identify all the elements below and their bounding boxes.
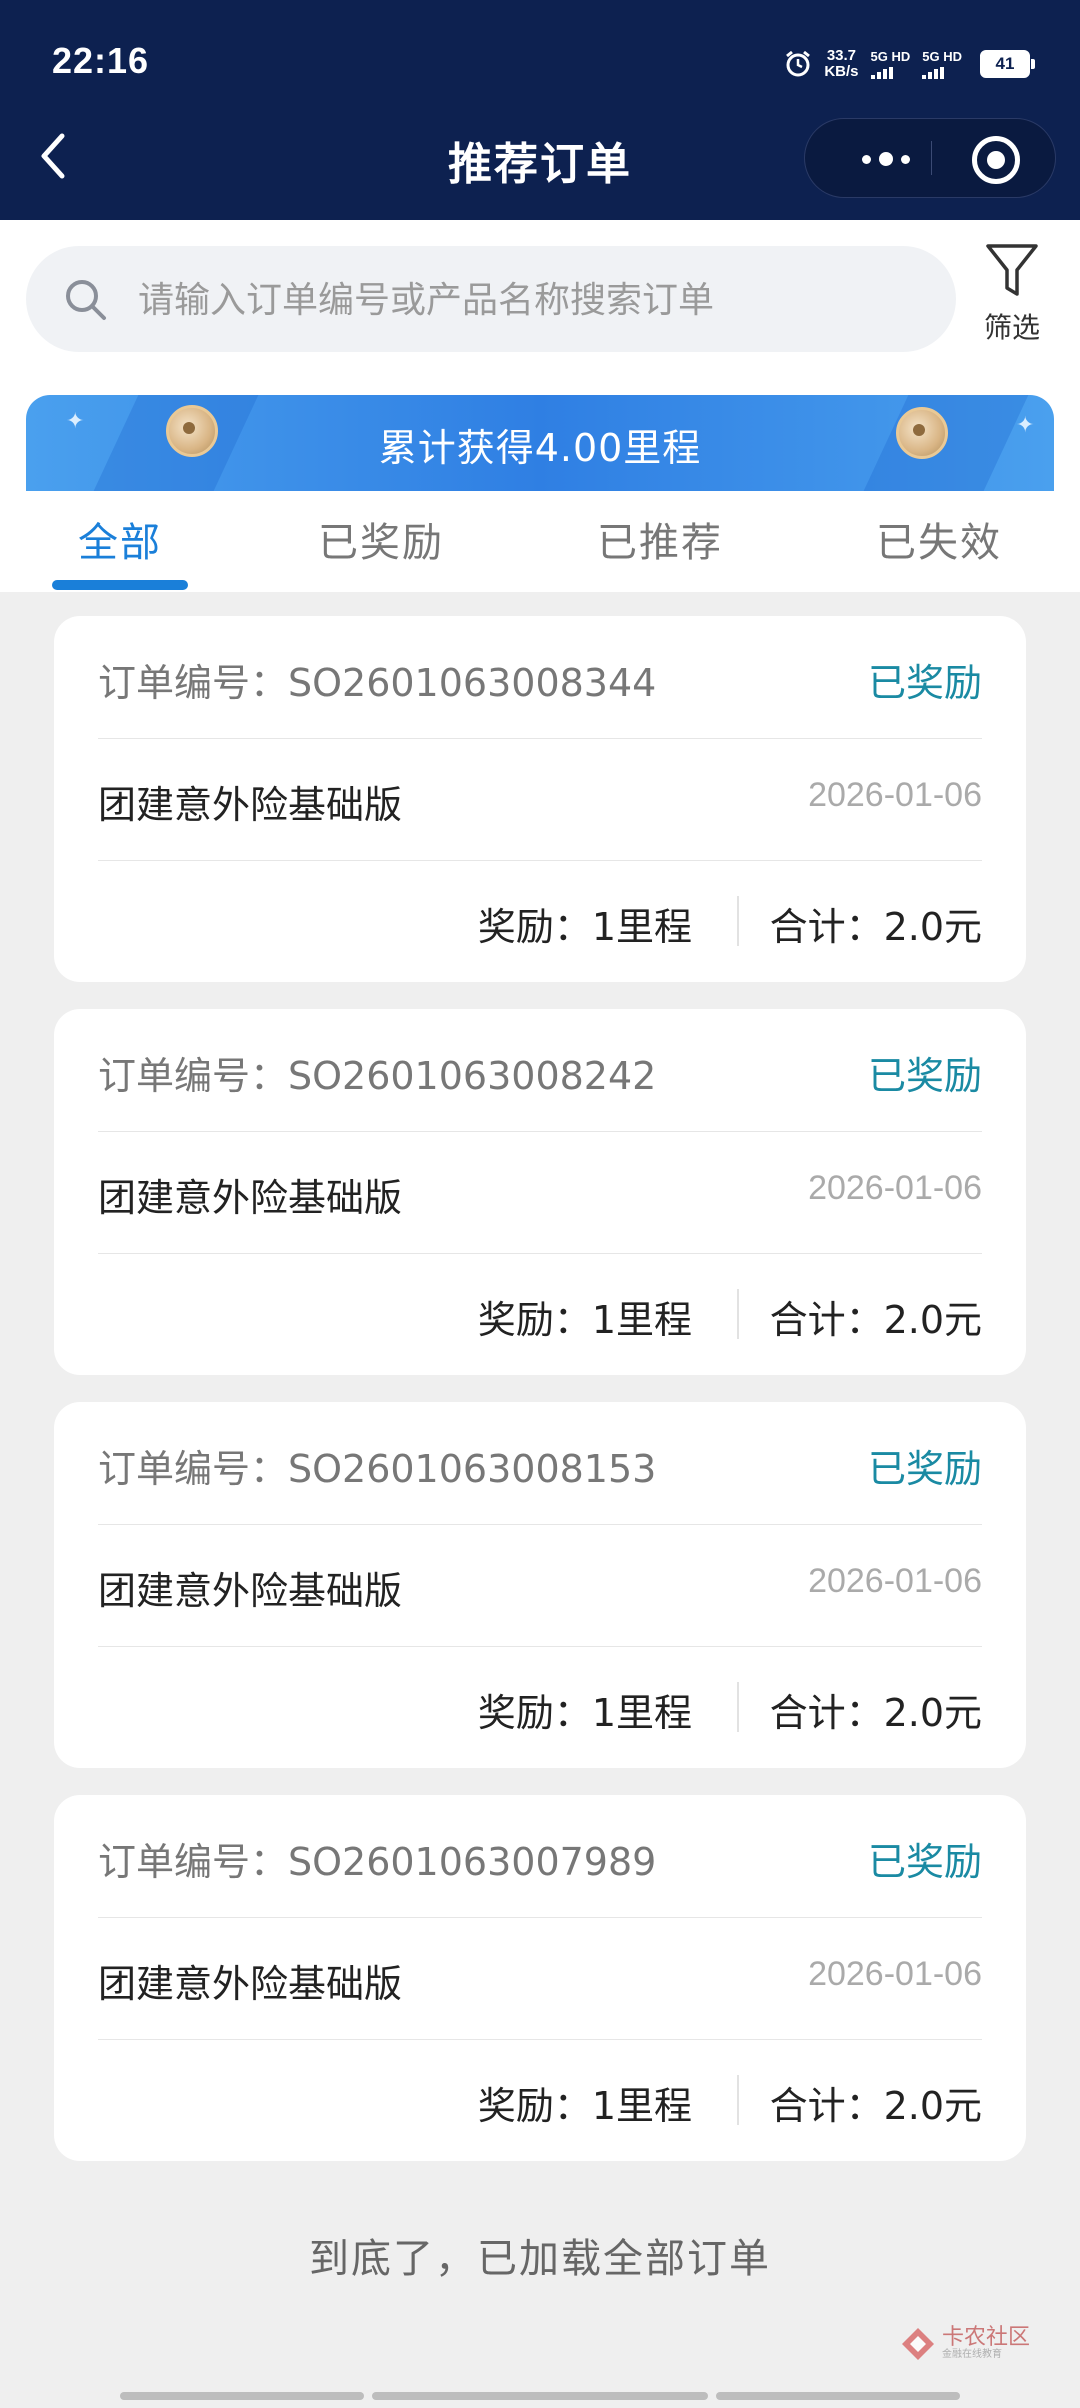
network-speed: 33.7 KB/s: [824, 48, 858, 80]
product-name: 团建意外险基础版: [98, 1569, 403, 1613]
order-status: 已奖励: [867, 661, 982, 705]
order-date: 2026-01-06: [808, 776, 982, 814]
divider: [98, 738, 982, 739]
order-card[interactable]: 订单编号：SO2601063007989 已奖励 团建意外险基础版 2026-0…: [54, 1795, 1026, 2161]
product-name: 团建意外险基础版: [98, 1176, 403, 1220]
alarm-icon: [786, 50, 811, 77]
more-icon[interactable]: [841, 141, 931, 177]
order-date: 2026-01-06: [808, 1169, 982, 1207]
order-card[interactable]: 订单编号：SO2601063008153 已奖励 团建意外险基础版 2026-0…: [54, 1402, 1026, 1768]
order-product-row: 团建意外险基础版 2026-01-06: [98, 1167, 982, 1227]
divider: [98, 1646, 982, 1647]
nav-gesture-bar: [716, 2392, 960, 2400]
divider: [98, 1253, 982, 1254]
divider: [98, 1524, 982, 1525]
battery-icon: 41: [980, 50, 1035, 78]
filter-button[interactable]: 筛选: [972, 242, 1052, 352]
divider: [98, 2039, 982, 2040]
status-time: 22:16: [52, 40, 150, 81]
active-tab-indicator: [52, 580, 188, 590]
order-date: 2026-01-06: [808, 1562, 982, 1600]
reward-text: 奖励：1里程: [477, 1298, 692, 1342]
search-and-tabs: 筛选 ✦ ✦ 累计获得4.00里程 全部 已奖励 已推荐 已失效: [0, 220, 1080, 592]
order-number: 订单编号：SO2601063008344: [98, 661, 657, 705]
divider: [98, 1131, 982, 1132]
summary-divider: [737, 2075, 739, 2125]
speed-unit: KB/s: [824, 63, 859, 80]
status-icons: 33.7 KB/s 5G HD 5G HD 41: [784, 44, 1035, 84]
close-target-icon[interactable]: [972, 136, 1020, 184]
summary-divider: [737, 1289, 739, 1339]
order-status: 已奖励: [867, 1447, 982, 1491]
order-status: 已奖励: [867, 1054, 982, 1098]
filter-label: 筛选: [983, 311, 1040, 344]
filter-icon: [986, 244, 1038, 296]
order-product-row: 团建意外险基础版 2026-01-06: [98, 774, 982, 834]
order-product-row: 团建意外险基础版 2026-01-06: [98, 1560, 982, 1620]
order-number: 订单编号：SO2601063008153: [98, 1447, 657, 1491]
end-of-list-text: 到底了，已加载全部订单: [309, 2236, 771, 2282]
total-amount: 合计：2.0元: [769, 905, 982, 949]
tab-all[interactable]: 全部: [78, 510, 162, 568]
sim2-signal: 5G HD: [922, 48, 962, 79]
watermark: 卡农社区 金融在线教育: [900, 2322, 1030, 2366]
order-header-row: 订单编号：SO2601063008153 已奖励: [98, 1438, 982, 1498]
sim1-signal: 5G HD: [870, 48, 911, 79]
order-number: 订单编号：SO2601063008242: [98, 1054, 657, 1098]
tab-rewarded[interactable]: 已奖励: [318, 510, 444, 568]
order-status: 已奖励: [867, 1840, 982, 1884]
order-header-row: 订单编号：SO2601063008242 已奖励: [98, 1045, 982, 1105]
total-amount: 合计：2.0元: [769, 1691, 982, 1735]
watermark-text: 卡农社区: [942, 2325, 1031, 2350]
order-card[interactable]: 订单编号：SO2601063008344 已奖励 团建意外险基础版 2026-0…: [54, 616, 1026, 982]
watermark-subtext: 金融在线教育: [942, 2349, 1002, 2360]
product-name: 团建意外险基础版: [98, 1962, 403, 2006]
signal-bars-icon: [922, 66, 962, 79]
capsule-divider: [931, 141, 932, 175]
divider: [98, 860, 982, 861]
search-icon: [66, 280, 106, 320]
search-input[interactable]: [136, 266, 920, 334]
search-bar[interactable]: [26, 246, 956, 352]
top-bar: 22:16 33.7 KB/s 5G HD 5G HD 41 推荐订单: [0, 0, 1080, 220]
sim1-label: 5G HD: [870, 48, 911, 64]
order-number: 订单编号：SO2601063007989: [98, 1840, 657, 1884]
divider: [98, 1917, 982, 1918]
total-amount: 合计：2.0元: [769, 1298, 982, 1342]
signal-bars-icon: [870, 66, 911, 79]
order-tabs: 全部 已奖励 已推荐 已失效: [0, 510, 1080, 592]
order-summary-row: 奖励：1里程 合计：2.0元: [98, 1682, 982, 1742]
order-card[interactable]: 订单编号：SO2601063008242 已奖励 团建意外险基础版 2026-0…: [54, 1009, 1026, 1375]
order-product-row: 团建意外险基础版 2026-01-06: [98, 1953, 982, 2013]
reward-text: 奖励：1里程: [477, 905, 692, 949]
order-header-row: 订单编号：SO2601063008344 已奖励: [98, 652, 982, 712]
sim2-label: 5G HD: [922, 48, 962, 64]
product-name: 团建意外险基础版: [98, 783, 403, 827]
tab-expired[interactable]: 已失效: [876, 510, 1002, 568]
nav-gesture-bar: [372, 2392, 708, 2400]
nav-gesture-bar: [120, 2392, 364, 2400]
mini-program-capsule: [804, 118, 1056, 198]
summary-divider: [737, 896, 739, 946]
watermark-logo-icon: [902, 2328, 934, 2360]
total-amount: 合计：2.0元: [769, 2084, 982, 2128]
mileage-total: 累计获得4.00里程: [378, 426, 702, 470]
order-summary-row: 奖励：1里程 合计：2.0元: [98, 1289, 982, 1349]
order-header-row: 订单编号：SO2601063007989 已奖励: [98, 1831, 982, 1891]
tab-recommended[interactable]: 已推荐: [597, 510, 723, 568]
summary-divider: [737, 1682, 739, 1732]
reward-text: 奖励：1里程: [477, 2084, 692, 2128]
order-date: 2026-01-06: [808, 1955, 982, 1993]
order-summary-row: 奖励：1里程 合计：2.0元: [98, 2075, 982, 2135]
reward-text: 奖励：1里程: [477, 1691, 692, 1735]
order-summary-row: 奖励：1里程 合计：2.0元: [98, 896, 982, 956]
mileage-banner: ✦ ✦ 累计获得4.00里程: [26, 395, 1054, 491]
speed-value: 33.7: [826, 47, 857, 64]
